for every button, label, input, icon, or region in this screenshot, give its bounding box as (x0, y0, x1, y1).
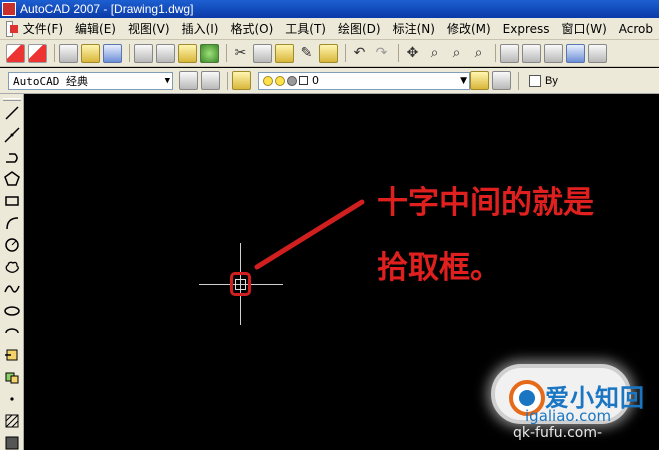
annotation-line-1: 十字中间的就是 (377, 185, 594, 221)
menu-insert[interactable]: 插入(I) (176, 20, 225, 37)
insert-block-icon[interactable] (3, 346, 21, 364)
autocad-window: AutoCAD 2007 - [Drawing1.dwg] 文件(F) 编辑(E… (0, 0, 659, 450)
undo-icon[interactable]: ↶ (350, 44, 369, 63)
standard-toolbar: ✂ ✎ ↶ ↷ ✥ ⌕ ⌕ ⌕ (0, 40, 659, 67)
toolbar-separator (518, 71, 519, 90)
spline-icon[interactable] (3, 280, 21, 298)
title-bar: AutoCAD 2007 - [Drawing1.dwg] (0, 0, 659, 18)
layer-on-icon (263, 75, 273, 86)
arc-icon[interactable] (3, 214, 21, 232)
publish-web-icon[interactable] (200, 43, 219, 63)
toolbar-separator (227, 71, 228, 90)
toolbar-separator (54, 44, 55, 62)
point-icon[interactable] (3, 390, 21, 408)
menu-express[interactable]: Express (497, 22, 556, 36)
layer-color-swatch (299, 76, 308, 85)
toolbar-separator (345, 44, 346, 62)
annotation-line-2: 拾取框。 (377, 250, 501, 286)
layer-manager-icon[interactable] (232, 71, 251, 90)
workspace-value: AutoCAD 经典 (13, 74, 88, 88)
match-properties-icon[interactable]: ✎ (297, 44, 316, 63)
watermark-url: igaliao.com (525, 407, 612, 425)
menu-format[interactable]: 格式(O) (224, 20, 279, 37)
zoom-realtime-icon[interactable]: ⌕ (425, 44, 444, 63)
menu-tools[interactable]: 工具(T) (279, 20, 332, 37)
make-block-icon[interactable] (3, 368, 21, 386)
layer-dropdown[interactable]: 0 ▼ (258, 71, 470, 90)
cut-icon[interactable]: ✂ (231, 44, 250, 63)
save-icon[interactable] (103, 43, 122, 63)
menu-modify[interactable]: 修改(M) (441, 20, 497, 37)
make-object-layer-current-icon[interactable] (470, 71, 489, 90)
save-workspace-icon[interactable] (201, 71, 220, 90)
menu-dimension[interactable]: 标注(N) (387, 20, 441, 37)
rectangle-icon[interactable] (3, 192, 21, 210)
autocad-app-icon[interactable] (2, 2, 16, 16)
polyline-icon[interactable] (3, 148, 21, 166)
polygon-icon[interactable] (3, 170, 21, 188)
print-preview-icon[interactable] (156, 43, 175, 63)
construction-line-icon[interactable] (3, 126, 21, 144)
toolbar-separator (129, 44, 130, 62)
layer-thaw-icon (275, 75, 285, 86)
document-icon[interactable] (6, 20, 18, 37)
open-file-icon[interactable] (81, 43, 100, 63)
layer-previous-icon[interactable] (492, 71, 511, 90)
block-editor-icon[interactable] (319, 43, 338, 63)
menu-acrobat[interactable]: Acrob (613, 22, 659, 36)
hatch-icon[interactable] (3, 412, 21, 430)
zoom-window-icon[interactable]: ⌕ (447, 44, 466, 63)
gradient-icon[interactable] (3, 434, 21, 450)
circle-icon[interactable] (3, 236, 21, 254)
tool-palettes-icon[interactable] (544, 43, 563, 63)
toolbar-separator (398, 44, 399, 62)
menu-window[interactable]: 窗口(W) (556, 20, 613, 37)
layer-lock-icon (287, 75, 297, 86)
paste-icon[interactable] (275, 43, 294, 63)
design-center-icon[interactable] (522, 43, 541, 63)
revision-cloud-icon[interactable] (3, 258, 21, 276)
menu-view[interactable]: 视图(V) (122, 20, 176, 37)
pdf-icon[interactable] (6, 43, 25, 63)
layer-value: 0 (312, 74, 319, 87)
pan-icon[interactable]: ✥ (403, 44, 422, 63)
toolbar-separator (226, 44, 227, 62)
menu-edit[interactable]: 编辑(E) (69, 20, 122, 37)
workspace-settings-icon[interactable] (179, 71, 198, 90)
markup-icon[interactable] (588, 43, 607, 63)
publish-icon[interactable] (178, 43, 197, 63)
drawing-canvas[interactable]: 十字中间的就是 拾取框。 爱小知回 igaliao.com qk-fufu.co… (25, 95, 659, 450)
sheet-set-icon[interactable] (566, 43, 585, 63)
layers-toolbar: AutoCAD 经典 ▼ 0 ▼ By (0, 68, 659, 94)
bylayer-label[interactable]: By (545, 75, 558, 87)
redo-icon[interactable]: ↷ (372, 44, 391, 63)
pdf-settings-icon[interactable] (28, 43, 47, 63)
color-control-checkbox[interactable] (529, 74, 541, 87)
chevron-down-icon[interactable]: ▼ (460, 76, 467, 86)
ellipse-arc-icon[interactable] (3, 324, 21, 342)
watermark-sub: qk-fufu.com- (513, 425, 603, 441)
zoom-previous-icon[interactable]: ⌕ (469, 44, 488, 63)
workspace-dropdown[interactable]: AutoCAD 经典 ▼ (8, 71, 173, 90)
properties-icon[interactable] (500, 43, 519, 63)
menu-bar: 文件(F) 编辑(E) 视图(V) 插入(I) 格式(O) 工具(T) 绘图(D… (0, 18, 659, 40)
draw-toolbar (0, 94, 24, 450)
menu-file[interactable]: 文件(F) (17, 20, 69, 37)
toolbar-grip[interactable] (3, 98, 21, 101)
line-icon[interactable] (3, 104, 21, 122)
print-icon[interactable] (134, 43, 153, 63)
ellipse-icon[interactable] (3, 302, 21, 320)
toolbar-separator (495, 44, 496, 62)
new-file-icon[interactable] (59, 43, 78, 63)
chevron-down-icon[interactable]: ▼ (165, 76, 170, 86)
menu-draw[interactable]: 绘图(D) (332, 20, 387, 37)
window-title: AutoCAD 2007 - [Drawing1.dwg] (20, 2, 194, 16)
copy-icon[interactable] (253, 43, 272, 63)
